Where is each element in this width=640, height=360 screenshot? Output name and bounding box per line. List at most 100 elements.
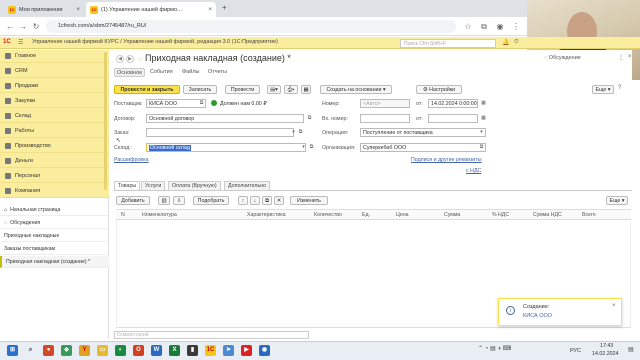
forward-arrow-icon[interactable]: ▶ [126,55,134,63]
back-icon[interactable]: ← [4,20,16,33]
open-icon[interactable]: ⧉ [308,143,315,152]
sidebar-item-main[interactable]: Главное [0,50,109,63]
star-icon[interactable]: ☆ [462,20,474,33]
post-and-close-button[interactable]: Провести и закрыть [114,85,180,94]
chrome-icon[interactable]: ◉ [259,345,270,356]
open-icon[interactable]: ⧉ [198,99,205,108]
notifications-icon[interactable]: ▤ [628,346,634,353]
chevron-down-icon[interactable]: ▾ [290,128,297,137]
tab-additional[interactable]: Дополнительно [224,181,271,190]
copy-icon[interactable]: ⧉ [262,196,272,205]
change-button[interactable]: Изменить [290,196,328,205]
notifications-icon[interactable]: 🔔 [502,39,509,46]
office-icon[interactable]: O [133,345,144,356]
chat-app-icon[interactable]: ◆ [61,345,72,356]
number-field[interactable]: <Авто> [360,99,410,108]
open-window-home[interactable]: ⌂ Начальная страница [0,204,109,216]
report-icon[interactable]: ▦ [301,85,311,94]
yandex-icon[interactable]: Y [79,345,90,356]
browser-menu-icon[interactable]: ⋮ [510,20,522,33]
contract-field[interactable]: Основной договор [146,114,304,123]
extensions-icon[interactable]: ⧉ [478,20,490,33]
create-based-on-button[interactable]: Создать на основании ▾ [320,85,392,94]
telegram-icon[interactable]: ➤ [223,345,234,356]
excel-icon[interactable]: X [169,345,180,356]
calendar-icon[interactable]: ▦ [480,99,487,108]
order-field[interactable] [146,128,294,137]
tray-icons[interactable]: ⌃ ◔ ▤ ◑ ⌨ [478,345,511,352]
sidebar-item-purchases[interactable]: Закупки [0,95,109,108]
sidebar-item-works[interactable]: Работы [0,125,109,138]
settings-button[interactable]: ⚙ Настройки [416,85,462,94]
sidebar-item-warehouse[interactable]: Склад [0,110,109,123]
help-icon[interactable]: ? [618,85,621,91]
organization-field[interactable]: Суперкебаб ООО [360,143,486,152]
tab-events[interactable]: События [148,68,175,77]
close-icon[interactable]: × [612,303,616,309]
sidebar-item-sales[interactable]: Продажи [0,80,109,93]
menu-icon[interactable]: ☰ [18,39,23,46]
delete-icon[interactable]: ✕ [274,196,284,205]
calendar-icon[interactable]: ▦ [480,114,487,123]
widgets-icon[interactable]: ● [43,345,54,356]
tab-goods[interactable]: Товары [114,181,141,190]
pick-button[interactable]: Подобрать [193,196,229,205]
detailing-link[interactable]: Расшифровка [114,157,149,163]
open-window-current-receipt[interactable]: Приходная накладная (создание) * [0,256,109,268]
form-menu-icon[interactable]: ⋮ [618,54,624,61]
move-down-icon[interactable]: ↓ [250,196,260,205]
open-icon[interactable]: ⧉ [297,128,304,137]
keyboard-language[interactable]: РУС [570,348,581,354]
global-search-input[interactable]: Поиск Ctrl+Shift+F [400,39,496,48]
comment-input[interactable]: Комментарий [114,331,309,339]
chevron-down-icon[interactable]: ▾ [478,128,485,137]
close-icon[interactable]: × [628,54,632,60]
1c-app-icon[interactable]: 1С [205,345,216,356]
file-explorer-icon[interactable]: ▭ [97,345,108,356]
open-window-discussions[interactable]: ◌ Обсуждения [0,217,109,229]
reload-icon[interactable]: ↻ [30,20,42,33]
clock-time[interactable]: 17:43 [600,343,613,349]
search-icon[interactable]: ⌕ [25,345,36,356]
tab-files[interactable]: Файлы [180,68,201,77]
open-icon[interactable]: ⧉ [478,143,485,152]
table-more-button[interactable]: Еще ▾ [606,196,628,205]
browser-tab-my-apps[interactable]: 1С Мои приложения × [4,2,84,17]
clock-date[interactable]: 14.02.2024 [592,351,619,357]
print-dropdown-icon[interactable]: ⎙▾ [284,85,298,94]
operation-field[interactable]: Поступление от поставщика [360,128,486,137]
move-up-icon[interactable]: ↑ [238,196,248,205]
history-icon[interactable]: ⏲ [514,39,519,46]
video-app-icon[interactable]: ▶ [241,345,252,356]
chevron-down-icon[interactable]: ▾ [300,143,307,152]
warehouse-field[interactable]: Основной склад [146,143,306,152]
word-icon[interactable]: W [151,345,162,356]
back-arrow-icon[interactable]: ◀ [116,55,124,63]
import-icon[interactable]: ⇩ [173,196,185,205]
add-row-button[interactable]: Добавить [116,196,150,205]
supplier-field[interactable]: КИСА ООО [146,99,206,108]
app-icon[interactable]: ▮ [187,345,198,356]
sidebar-item-crm[interactable]: CRM [0,65,109,78]
sidebar-item-company[interactable]: Компания [0,185,109,198]
close-icon[interactable]: × [208,7,212,13]
sidebar-item-money[interactable]: Деньги [0,155,109,168]
close-icon[interactable]: × [76,7,80,13]
vat-link[interactable]: с НДС [466,168,481,174]
new-tab-icon[interactable]: + [222,3,227,12]
tab-reports[interactable]: Отчеты [206,68,229,77]
profile-icon[interactable]: ◉ [494,20,506,33]
sidebar-item-staff[interactable]: Персонал [0,170,109,183]
discussion-button[interactable]: ◌ Обсуждение [544,55,581,61]
documents-dropdown-icon[interactable]: ▤▾ [267,85,281,94]
tab-services[interactable]: Услуги [141,181,166,190]
notification-link[interactable]: КИСА ООО [523,313,552,319]
windows-start-icon[interactable]: ⊞ [7,345,18,356]
sidebar-item-production[interactable]: Производство [0,140,109,153]
barcode-icon[interactable]: ▥ [158,196,170,205]
date-field[interactable]: 14.02.2024 0:00:00 [428,99,478,108]
sidebar-scrollbar[interactable] [104,52,107,190]
tab-main[interactable]: Основное [114,68,146,77]
open-window-supplier-orders[interactable]: Заказы поставщикам [0,243,109,255]
url-input[interactable]: 1cfresh.com/a/sbm/2745487/ru_RU/ [46,20,456,33]
